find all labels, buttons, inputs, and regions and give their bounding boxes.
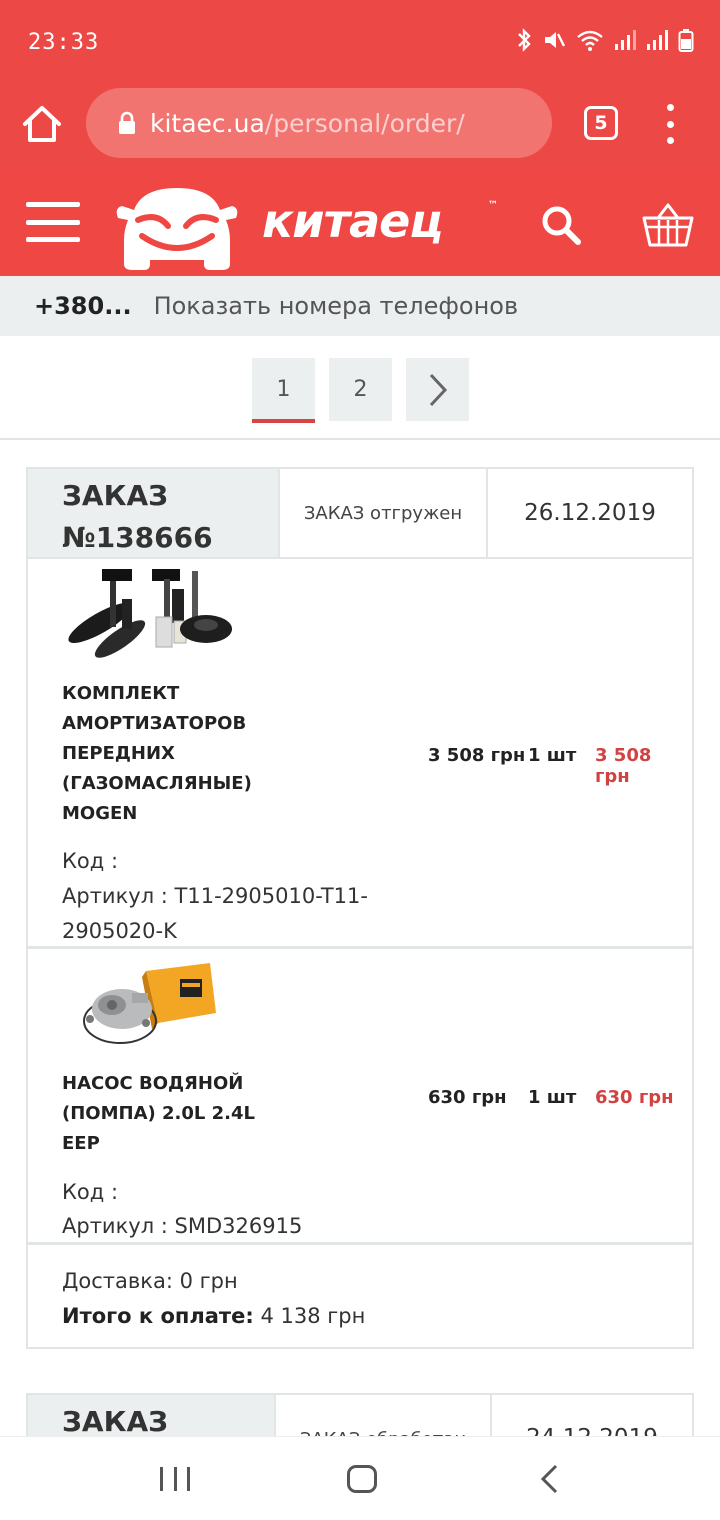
tabs-count-button[interactable]: 5 [584, 106, 618, 140]
order-total: Итого к оплате: 4 138 грн [62, 1299, 365, 1334]
mute-icon [545, 32, 566, 48]
next-page-button[interactable] [406, 358, 469, 421]
item-name[interactable]: КОМПЛЕКТ АМОРТИЗАТОРОВ ПЕРЕДНИХ (ГАЗОМАС… [62, 679, 262, 829]
url-text: kitaec.ua/personal/order/ [150, 109, 465, 138]
signal-icon [647, 30, 668, 50]
item-price: 3 508 грн [428, 745, 526, 766]
status-bar: 23:33 [0, 0, 720, 84]
back-icon[interactable] [536, 1463, 562, 1495]
order-number[interactable]: ЗАКАЗ №138666 [28, 469, 278, 557]
water-pump-image[interactable] [62, 949, 238, 1065]
battery-icon [678, 29, 694, 52]
order-summary: Доставка: 0 грн Итого к оплате: 4 138 гр… [62, 1264, 365, 1334]
wifi-icon [577, 30, 603, 51]
logo-trademark: ™ [488, 200, 498, 211]
url-domain: kitaec.ua [150, 108, 265, 138]
status-icons [516, 28, 694, 52]
order-number-value: №138666 [62, 521, 213, 554]
item-quantity: 1 шт [528, 745, 577, 766]
order-card: ЗАКАЗ №138666 ЗАКАЗ отгружен 26.12.2019 … [26, 467, 694, 1349]
site-header: китаец ™ [0, 172, 720, 276]
logo-mascot-icon[interactable] [112, 180, 242, 272]
item-code: Код : [62, 1180, 119, 1204]
item-article-line2: 2905020-K [62, 919, 177, 943]
order-item: КОМПЛЕКТ АМОРТИЗАТОРОВ ПЕРЕДНИХ (ГАЗОМАС… [28, 559, 692, 949]
url-path: /personal/order/ [264, 108, 465, 138]
status-time: 23:33 [28, 30, 100, 55]
signal-icon [615, 30, 636, 50]
browser-toolbar: kitaec.ua/personal/order/ 5 [0, 84, 720, 172]
item-quantity: 1 шт [528, 1087, 577, 1108]
lock-icon [119, 111, 135, 134]
pagination: 1 2 [252, 358, 469, 423]
item-name[interactable]: НАСОС ВОДЯНОЙ (ПОМПА) 2.0L 2.4L EEP [62, 1069, 262, 1159]
item-total: 3 508 грн [595, 745, 652, 787]
phones-bar: +380... Показать номера телефонов [0, 276, 720, 336]
chevron-right-icon [429, 373, 447, 406]
show-phones-link[interactable]: Показать номера телефонов [154, 292, 519, 320]
order-header: ЗАКАЗ №138666 ЗАКАЗ отгружен 26.12.2019 [28, 469, 692, 559]
item-code: Код : [62, 849, 119, 873]
delivery-cost: Доставка: 0 грн [62, 1269, 238, 1293]
recent-apps-icon[interactable] [160, 1467, 190, 1491]
cart-basket-icon[interactable] [642, 202, 694, 248]
item-article-line1: Артикул : SMD326915 [62, 1214, 303, 1238]
item-total: 630 грн [595, 1087, 674, 1108]
order-status: ЗАКАЗ отгружен [278, 469, 486, 557]
order-item: НАСОС ВОДЯНОЙ (ПОМПА) 2.0L 2.4L EEP Код … [28, 949, 692, 1245]
logo-text[interactable]: китаец [262, 194, 443, 248]
phone-number[interactable]: +380... [34, 292, 132, 320]
order-date: 26.12.2019 [486, 469, 692, 557]
divider [0, 438, 720, 440]
search-icon[interactable] [540, 204, 582, 246]
shock-absorber-kit-image[interactable] [62, 559, 238, 675]
system-navigation-bar [0, 1436, 720, 1520]
hamburger-menu-icon[interactable] [26, 202, 80, 242]
item-price: 630 грн [428, 1087, 507, 1108]
page-button-2[interactable]: 2 [329, 358, 392, 421]
order-number-label: ЗАКАЗ [62, 479, 169, 512]
page-button-1[interactable]: 1 [252, 358, 315, 423]
home-icon[interactable] [20, 102, 64, 146]
url-bar[interactable]: kitaec.ua/personal/order/ [86, 88, 552, 158]
more-menu-icon[interactable] [660, 104, 680, 144]
order-total-label: Итого к оплате: [62, 1304, 254, 1328]
bluetooth-icon [518, 28, 531, 52]
order-total-value: 4 138 грн [260, 1304, 366, 1328]
home-button-icon[interactable] [347, 1465, 377, 1493]
item-article-line1: Артикул : T11-2905010-T11- [62, 884, 368, 908]
